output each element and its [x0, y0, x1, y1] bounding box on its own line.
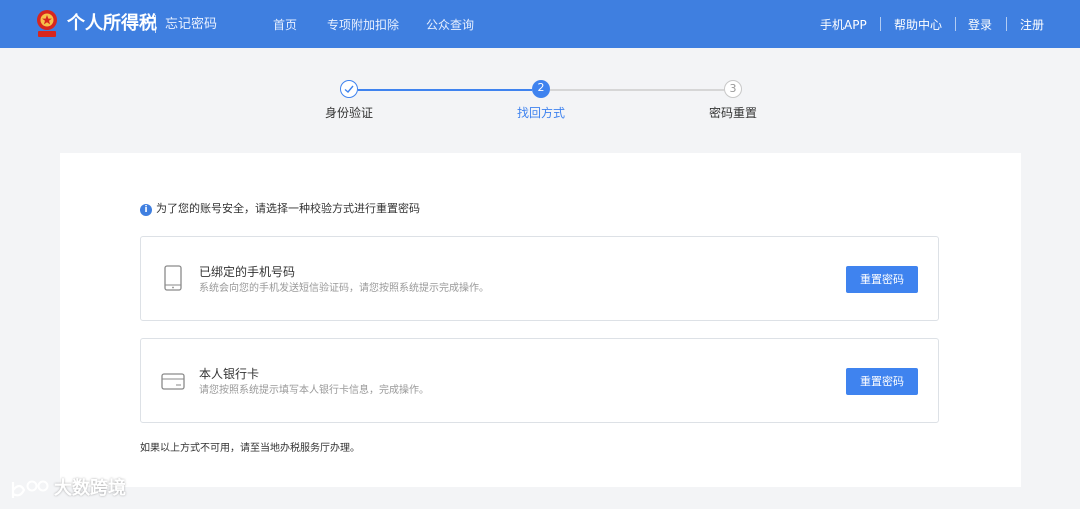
fallback-note: 如果以上方式不可用，请至当地办税服务厅办理。 — [140, 443, 360, 454]
option-title: 已绑定的手机号码 — [199, 265, 296, 279]
step-3-label: 密码重置 — [709, 106, 758, 120]
option-title: 本人银行卡 — [199, 367, 260, 381]
option-description: 请您按照系统提示填写本人银行卡信息，完成操作。 — [199, 385, 429, 396]
nav-mobile-app[interactable]: 手机APP — [820, 15, 867, 35]
nav-help-center[interactable]: 帮助中心 — [894, 15, 942, 35]
step-connector-pending — [550, 89, 724, 91]
option-bank-card: 本人银行卡 请您按照系统提示填写本人银行卡信息，完成操作。 重置密码 — [140, 338, 939, 423]
step-connector-complete — [358, 89, 532, 91]
tax-emblem-icon — [37, 10, 57, 37]
recovery-options-card: i 为了您的账号安全，请选择一种校验方式进行重置密码 已绑定的手机号码 系统会向… — [60, 153, 1021, 487]
watermark-logo-icon — [11, 480, 49, 498]
reset-password-button-bank-card[interactable]: 重置密码 — [846, 368, 918, 395]
nav-public-query[interactable]: 公众查询 — [426, 15, 474, 35]
option-phone: 已绑定的手机号码 系统会向您的手机发送短信验证码，请您按照系统提示完成操作。 重… — [140, 236, 939, 321]
app-title: 个人所得税 — [67, 13, 157, 34]
login-link[interactable]: 登录 — [968, 15, 992, 35]
phone-icon — [164, 265, 182, 291]
step-3-number: 3 — [724, 80, 742, 98]
step-1-check-icon — [340, 80, 358, 98]
step-2-number: 2 — [532, 80, 550, 98]
nav-divider — [1006, 17, 1007, 31]
watermark-text: 大数跨境 — [54, 478, 126, 499]
nav-home[interactable]: 首页 — [273, 15, 297, 35]
security-notice: 为了您的账号安全，请选择一种校验方式进行重置密码 — [156, 202, 420, 215]
top-bar: 个人所得税 忘记密码 首页 专项附加扣除 公众查询 手机APP 帮助中心 登录 … — [0, 0, 1080, 48]
step-1-label: 身份验证 — [325, 106, 374, 120]
bank-card-icon — [161, 373, 185, 390]
nav-divider — [955, 17, 956, 31]
reset-password-button-phone[interactable]: 重置密码 — [846, 266, 918, 293]
step-2-label: 找回方式 — [517, 106, 566, 120]
nav-special-deduction[interactable]: 专项附加扣除 — [327, 15, 399, 35]
page-subtitle: 忘记密码 — [165, 17, 218, 32]
title-divider — [155, 15, 156, 33]
option-description: 系统会向您的手机发送短信验证码，请您按照系统提示完成操作。 — [199, 283, 489, 294]
info-icon: i — [140, 204, 152, 216]
register-link[interactable]: 注册 — [1020, 15, 1044, 35]
nav-divider — [880, 17, 881, 31]
